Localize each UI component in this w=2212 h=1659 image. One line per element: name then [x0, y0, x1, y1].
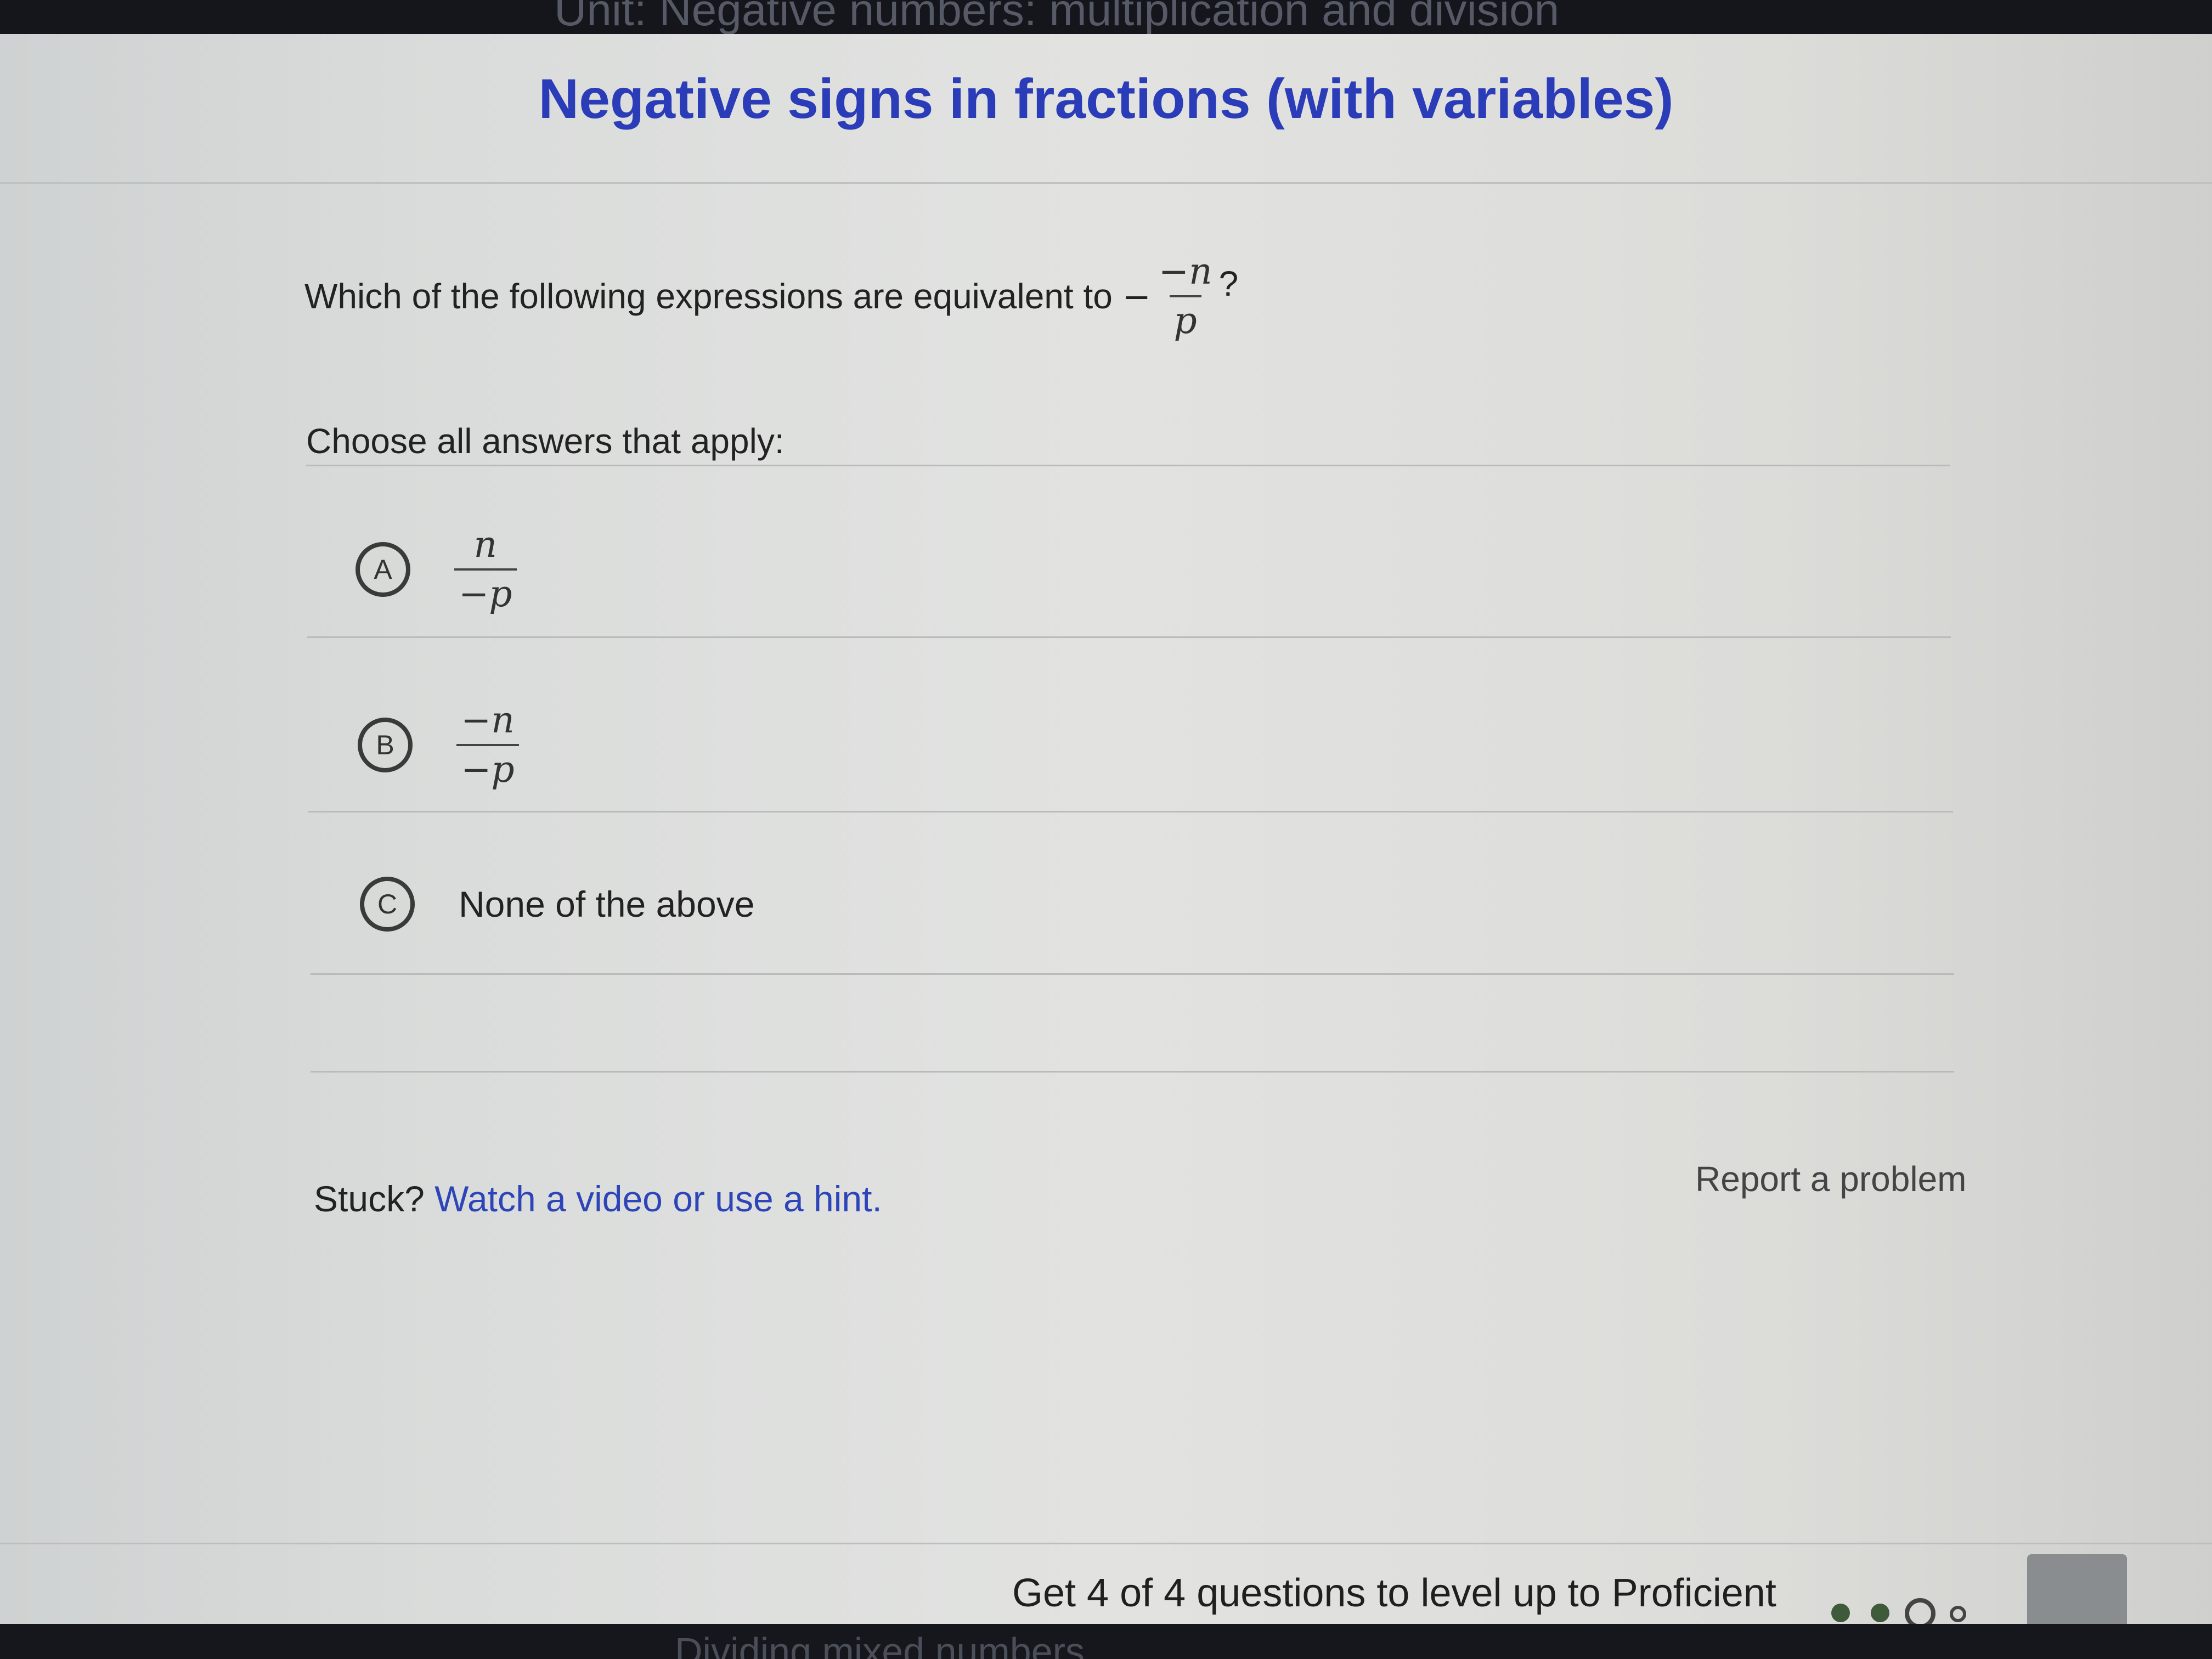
divider [311, 973, 1954, 975]
choice-a-denominator: −p [454, 568, 517, 612]
choice-b-numerator: −n [461, 699, 515, 741]
question-mark: ? [1218, 264, 1239, 303]
choice-c[interactable]: C None of the above [360, 877, 754, 932]
progress-dot-pending [1950, 1606, 1966, 1622]
choice-a-numerator: n [473, 523, 498, 566]
help-row: Stuck? Watch a video or use a hint. [314, 1178, 882, 1220]
report-problem-link[interactable]: Report a problem [1695, 1159, 1966, 1199]
divider [311, 1071, 1954, 1073]
progress-text: Get 4 of 4 questions to level up to Prof… [1012, 1571, 1776, 1615]
fraction-denominator: p [1169, 295, 1201, 339]
progress-dot-complete [1871, 1604, 1889, 1622]
stuck-label: Stuck? [314, 1178, 425, 1219]
next-lesson-link[interactable]: Dividing mixed numbers [675, 1629, 1085, 1659]
choice-a-radio[interactable]: A [356, 542, 410, 597]
instructions: Choose all answers that apply: [306, 421, 785, 461]
divider [306, 465, 1950, 466]
hint-link[interactable]: Watch a video or use a hint. [435, 1178, 882, 1219]
exercise-panel: Negative signs in fractions (with variab… [0, 34, 2212, 1653]
choice-b-radio[interactable]: B [358, 718, 413, 772]
choice-b[interactable]: B −n −p [358, 702, 519, 788]
unit-breadcrumb[interactable]: Unit: Negative numbers: multiplication a… [554, 0, 1559, 34]
choice-a-fraction: n −p [454, 527, 517, 612]
divider [308, 811, 1953, 812]
page-title: Negative signs in fractions (with variab… [538, 67, 1674, 130]
choice-c-radio[interactable]: C [360, 877, 415, 932]
choice-b-denominator: −p [456, 744, 519, 788]
title-bar: Negative signs in fractions (with variab… [0, 34, 2212, 184]
bottom-bar: Dividing mixed numbers [0, 1624, 2212, 1659]
choice-c-label: None of the above [459, 884, 755, 924]
divider [307, 636, 1951, 638]
question-prompt: Which of the following expressions are e… [304, 276, 1113, 316]
question: Which of the following expressions are e… [304, 253, 1238, 339]
expression-sign: − [1122, 276, 1151, 317]
fraction-numerator: −n [1158, 250, 1212, 292]
question-fraction: −n p [1154, 253, 1217, 339]
top-bar: Unit: Negative numbers: multiplication a… [0, 0, 2212, 34]
choice-b-fraction: −n −p [456, 702, 519, 788]
choice-a[interactable]: A n −p [356, 527, 517, 612]
progress-dot-complete [1831, 1604, 1850, 1622]
